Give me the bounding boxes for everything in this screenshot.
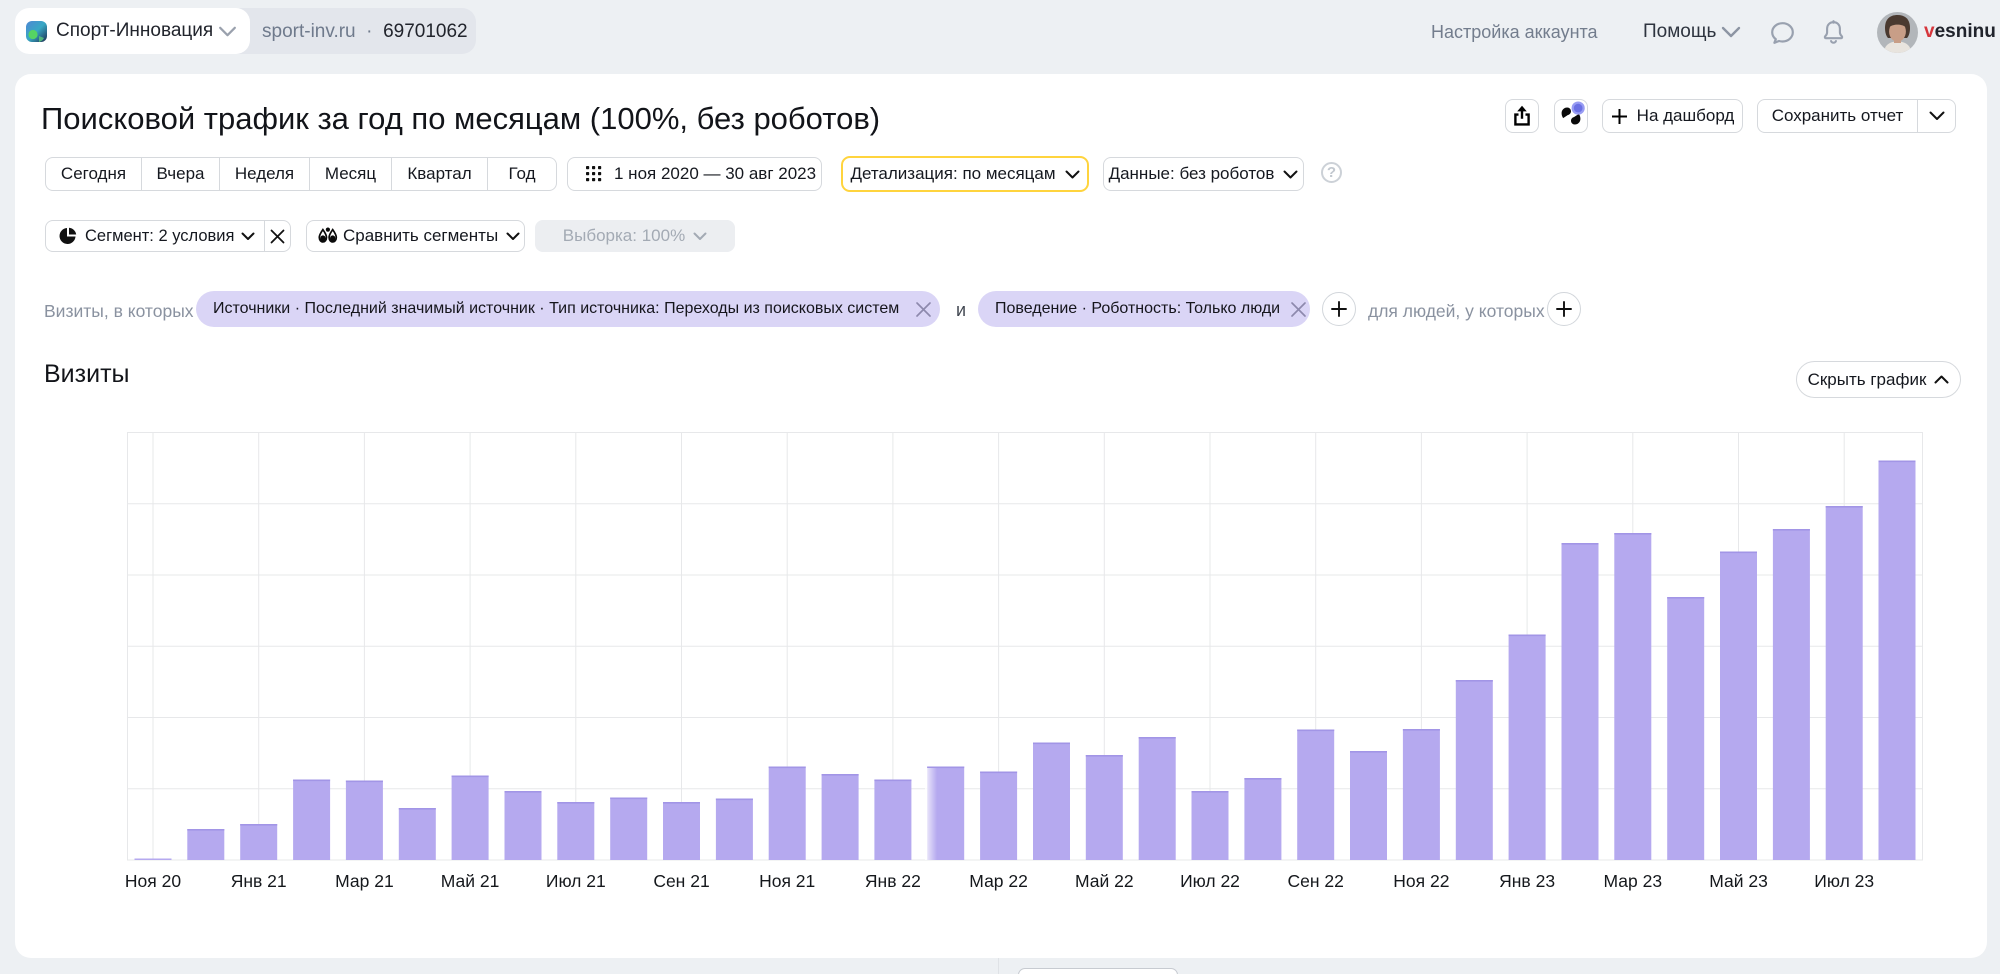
svg-text:Ноя 21: Ноя 21 <box>759 871 815 891</box>
svg-text:Ноя 22: Ноя 22 <box>1393 871 1449 891</box>
svg-text:Май 21: Май 21 <box>441 871 500 891</box>
svg-text:Июл 21: Июл 21 <box>546 871 606 891</box>
svg-text:Мар 23: Мар 23 <box>1604 871 1663 891</box>
svg-text:Май 23: Май 23 <box>1709 871 1768 891</box>
svg-text:Янв 22: Янв 22 <box>865 871 921 891</box>
svg-text:Июл 23: Июл 23 <box>1814 871 1874 891</box>
svg-text:Ноя 20: Ноя 20 <box>125 871 181 891</box>
svg-text:Янв 21: Янв 21 <box>231 871 287 891</box>
svg-text:Мар 21: Мар 21 <box>335 871 394 891</box>
svg-text:Сен 21: Сен 21 <box>653 871 709 891</box>
svg-text:Мар 22: Мар 22 <box>969 871 1028 891</box>
svg-text:Сен 22: Сен 22 <box>1288 871 1344 891</box>
svg-text:Май 22: Май 22 <box>1075 871 1134 891</box>
svg-text:Июл 22: Июл 22 <box>1180 871 1240 891</box>
svg-text:Янв 23: Янв 23 <box>1499 871 1555 891</box>
